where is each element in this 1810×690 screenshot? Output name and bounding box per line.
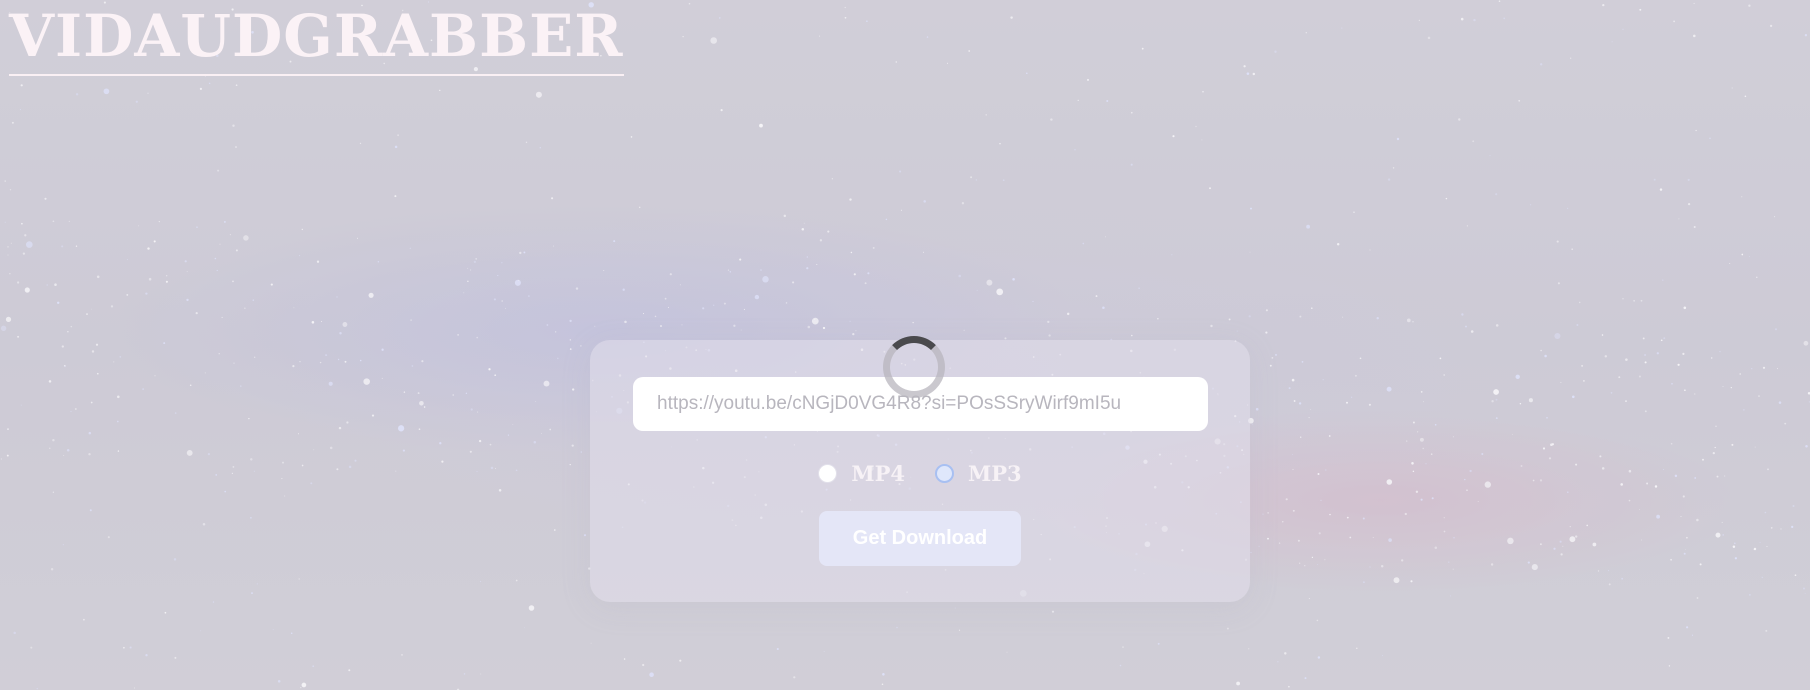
- format-label-mp3: MP3: [968, 460, 1022, 486]
- loading-spinner-icon: [883, 336, 945, 398]
- format-options: MP4 MP3: [590, 458, 1250, 488]
- download-form-card: MP4 MP3 Get Download: [590, 336, 1250, 602]
- radio-mp3[interactable]: [935, 463, 954, 483]
- radio-mp4[interactable]: [818, 463, 838, 483]
- format-option-mp4[interactable]: MP4: [818, 461, 905, 486]
- format-label-mp4: MP4: [851, 460, 905, 486]
- get-download-button[interactable]: Get Download: [819, 511, 1021, 566]
- format-option-mp3[interactable]: MP3: [935, 461, 1022, 486]
- site-logo[interactable]: VIDAUDGRABBER: [9, 0, 624, 76]
